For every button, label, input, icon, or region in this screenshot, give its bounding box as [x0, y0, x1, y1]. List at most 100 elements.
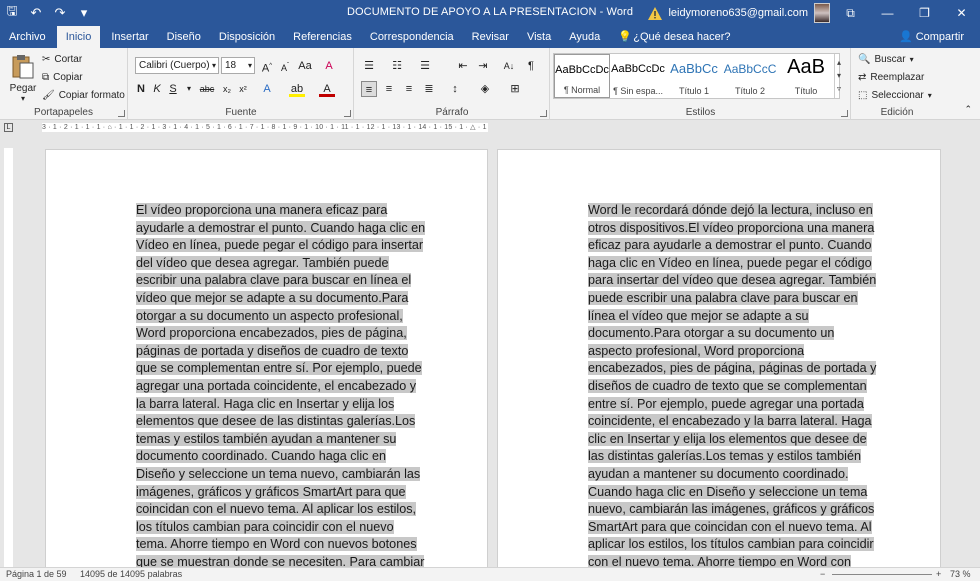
tab-diseno[interactable]: Diseño [158, 26, 210, 48]
clipboard-dialog-launcher-icon[interactable] [118, 110, 125, 117]
style-heading-2[interactable]: AaBbCcC Título 2 [722, 54, 778, 98]
line-spacing-icon[interactable]: ↕ [447, 81, 463, 97]
vertical-scrollbar[interactable] [967, 134, 980, 567]
style-name: ¶ Sin espa... [613, 86, 663, 96]
styles-scroll[interactable]: ▴ ▾ ▿ [834, 54, 841, 98]
align-left-icon[interactable]: ≡ [361, 81, 377, 97]
more-icon[interactable]: ▿ [837, 84, 841, 93]
selected-text[interactable]: Word le recordará dónde dejó la lectura,… [588, 203, 877, 568]
search-icon: 🔍 [858, 54, 871, 65]
zoom-minus-icon[interactable]: − [820, 569, 825, 579]
tab-selector-icon[interactable]: L [4, 123, 13, 132]
vertical-ruler[interactable] [0, 134, 14, 567]
horizontal-ruler[interactable]: L 3 · 1 · 2 · 1 · 1 · 1 · ⌂ · 1 · 1 · 2 … [0, 120, 980, 134]
chevron-down-icon[interactable]: ▾ [837, 71, 841, 80]
cut-button[interactable]: ✂ Cortar [42, 54, 82, 65]
tab-disposicion[interactable]: Disposición [210, 26, 284, 48]
underline-icon[interactable]: S [165, 81, 181, 97]
ribbon-display-options-icon[interactable]: ⧉ [832, 0, 869, 26]
page-text[interactable]: Word le recordará dónde dejó la lectura,… [588, 202, 880, 568]
document-page-right[interactable]: Word le recordará dónde dejó la lectura,… [497, 149, 941, 569]
paste-button[interactable]: Pegar ▾ [8, 54, 38, 103]
zoom-level[interactable]: 73 % [950, 569, 971, 579]
paragraph-dialog-launcher-icon[interactable] [540, 110, 547, 117]
bullets-icon[interactable]: ☰ [361, 58, 377, 74]
share-button[interactable]: 👤 Compartir [899, 26, 964, 48]
tell-me-text: ¿Qué desea hacer? [633, 31, 731, 43]
select-label: Seleccionar [871, 90, 924, 101]
minimize-icon[interactable]: — [869, 0, 906, 26]
zoom-plus-icon[interactable]: + [936, 569, 941, 579]
font-name-select[interactable]: Calibri (Cuerpo) ▾ [135, 57, 219, 74]
font-color-icon[interactable]: A [319, 81, 335, 97]
avatar[interactable] [814, 3, 830, 23]
tab-ayuda[interactable]: Ayuda [560, 26, 609, 48]
tab-insertar[interactable]: Insertar [102, 26, 157, 48]
editing-group: 🔍 Buscar ▾ ⇄ Reemplazar ⬚ Seleccionar ▾ Edici… [852, 48, 942, 120]
numbering-icon[interactable]: ☷ [389, 58, 405, 74]
paste-dropdown-icon[interactable]: ▾ [8, 94, 38, 103]
font-group: Calibri (Cuerpo) ▾ 18 ▾ A^ Aˇ Aa A N K S ▾… [129, 48, 354, 120]
borders-icon[interactable]: ⊞ [507, 81, 523, 97]
selected-text[interactable]: El vídeo proporciona una manera eficaz p… [136, 203, 426, 568]
superscript-icon[interactable]: x² [235, 81, 251, 97]
tab-archivo[interactable]: Archivo [0, 26, 55, 48]
align-right-icon[interactable]: ≡ [401, 81, 417, 97]
close-icon[interactable]: ✕ [943, 0, 980, 26]
font-dialog-launcher-icon[interactable] [344, 110, 351, 117]
italic-icon[interactable]: K [149, 81, 165, 97]
bold-icon[interactable]: N [133, 81, 149, 97]
increase-indent-icon[interactable]: ⇥ [475, 58, 491, 74]
decrease-indent-icon[interactable]: ⇤ [455, 58, 471, 74]
tell-me-box[interactable]: 💡 ¿Qué desea hacer? [609, 26, 739, 48]
text-effects-icon[interactable]: A [259, 81, 275, 97]
select-button[interactable]: ⬚ Seleccionar ▾ [858, 90, 932, 101]
style-preview: AaBbCcDc [555, 64, 609, 76]
word-count[interactable]: 14095 de 14095 palabras [80, 569, 182, 579]
grow-font-icon[interactable]: A^ [259, 58, 275, 75]
style-normal[interactable]: AaBbCcDc ¶ Normal [554, 54, 611, 98]
styles-dialog-launcher-icon[interactable] [841, 110, 848, 117]
copy-button[interactable]: ⧉ Copiar [42, 72, 83, 83]
tab-referencias[interactable]: Referencias [284, 26, 361, 48]
collapse-ribbon-icon[interactable]: ⌃ [964, 104, 972, 115]
justify-icon[interactable]: ≣ [421, 81, 437, 97]
pilcrow-icon[interactable]: ¶ [523, 58, 539, 74]
font-name-value: Calibri (Cuerpo) [139, 60, 210, 71]
change-case-icon[interactable]: Aa [297, 58, 313, 74]
page-text[interactable]: El vídeo proporciona una manera eficaz p… [136, 202, 428, 568]
clear-formatting-icon[interactable]: A [321, 58, 337, 74]
sort-icon[interactable]: A↓ [501, 58, 517, 74]
format-painter-button[interactable]: 🖌 Copiar formato [42, 90, 125, 101]
tab-vista[interactable]: Vista [518, 26, 560, 48]
page-count[interactable]: Página 1 de 59 [6, 569, 67, 579]
replace-button[interactable]: ⇄ Reemplazar [858, 72, 924, 83]
chevron-up-icon[interactable]: ▴ [837, 58, 841, 67]
restore-icon[interactable]: ❐ [906, 0, 943, 26]
shrink-font-icon[interactable]: Aˇ [277, 58, 293, 74]
account-area[interactable]: leidymoreno635@gmail.com [648, 0, 830, 26]
font-size-select[interactable]: 18 ▾ [221, 57, 255, 74]
font-group-label: Fuente [225, 107, 257, 118]
highlight-icon[interactable]: ab [289, 81, 305, 97]
account-email[interactable]: leidymoreno635@gmail.com [668, 7, 808, 19]
document-page-left[interactable]: El vídeo proporciona una manera eficaz p… [45, 149, 488, 569]
style-heading-1[interactable]: AaBbCc Título 1 [666, 54, 722, 98]
tab-revisar[interactable]: Revisar [463, 26, 518, 48]
tab-correspondencia[interactable]: Correspondencia [361, 26, 463, 48]
style-preview: AaBbCcC [723, 62, 777, 76]
copy-label: Copiar [53, 72, 83, 83]
share-label: Compartir [915, 31, 964, 43]
find-button[interactable]: 🔍 Buscar ▾ [858, 54, 914, 65]
multilevel-list-icon[interactable]: ☰ [417, 58, 433, 74]
style-title[interactable]: AaB Título [778, 54, 834, 98]
zoom-slider[interactable] [832, 574, 932, 575]
align-center-icon[interactable]: ≡ [381, 81, 397, 97]
underline-dropdown-icon[interactable]: ▾ [181, 81, 197, 97]
shading-icon[interactable]: ◈ [477, 81, 493, 97]
style-name: Título 1 [679, 86, 710, 96]
subscript-icon[interactable]: x₂ [219, 81, 235, 97]
style-no-spacing[interactable]: AaBbCcDc ¶ Sin espa... [610, 54, 666, 98]
strikethrough-icon[interactable]: abc [199, 81, 215, 97]
tab-inicio[interactable]: Inicio [56, 26, 101, 48]
